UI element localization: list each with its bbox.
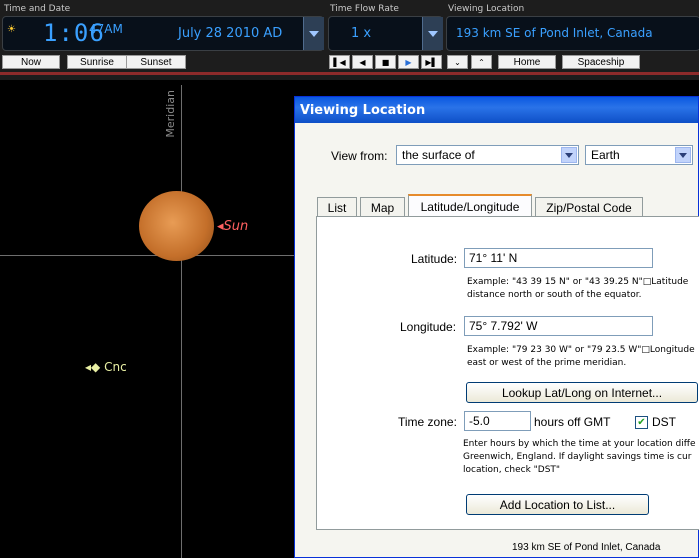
status-location: 193 km SE of Pond Inlet, Canada: [512, 542, 661, 553]
sun-object[interactable]: [139, 191, 214, 261]
now-button[interactable]: Now: [2, 55, 60, 69]
tab-list[interactable]: List: [317, 197, 357, 217]
tab-zip-postal-code[interactable]: Zip/Postal Code: [535, 197, 643, 217]
longitude-input[interactable]: 75° 7.792' W: [464, 316, 653, 336]
play-icon[interactable]: ▶: [398, 55, 419, 69]
tab-latitude-longitude[interactable]: Latitude/Longitude: [408, 194, 532, 218]
top-toolbar: Time and Date Time Flow Rate Viewing Loc…: [0, 0, 699, 80]
meridian-line: [181, 85, 182, 558]
dst-checkbox[interactable]: ✔: [635, 416, 648, 429]
timezone-help-line-2: Greenwich, England. If daylight savings …: [463, 452, 692, 462]
date-display[interactable]: July 28 2010 AD: [178, 26, 282, 41]
lookup-latlong-button[interactable]: Lookup Lat/Long on Internet...: [466, 382, 698, 403]
timezone-input[interactable]: -5.0: [464, 411, 531, 431]
latitude-help-line-1: Example: "43 39 15 N" or "43 39.25 N"□La…: [467, 277, 689, 287]
checkmark-icon: ✔: [637, 416, 646, 428]
timezone-help-line-1: Enter hours by which the time at your lo…: [463, 439, 696, 449]
flow-rate-value[interactable]: 1 x: [351, 26, 371, 41]
flow-rate-panel[interactable]: 1 x: [328, 16, 443, 51]
planet-select[interactable]: Earth: [585, 145, 693, 165]
view-from-value: the surface of: [402, 148, 475, 162]
sunrise-button[interactable]: Sunrise: [67, 55, 127, 69]
latitude-help-line-2: distance north or south of the equator.: [467, 290, 642, 300]
spaceship-button[interactable]: Spaceship: [562, 55, 640, 69]
flow-rate-dropdown-button[interactable]: [422, 17, 443, 50]
toolbar-divider: [0, 72, 699, 75]
sun-small-icon: ☀: [7, 24, 16, 35]
location-display[interactable]: 193 km SE of Pond Inlet, Canada: [456, 26, 653, 40]
view-from-label: View from:: [331, 149, 388, 163]
latitude-label: Latitude:: [411, 252, 458, 266]
step-back-icon[interactable]: ▌◀: [329, 55, 350, 69]
latitude-input[interactable]: 71° 11' N: [464, 248, 653, 268]
sun-label[interactable]: ◂Sun: [217, 219, 248, 234]
dst-label[interactable]: DST: [652, 415, 676, 429]
time-flow-label: Time Flow Rate: [330, 4, 399, 14]
sunset-button[interactable]: Sunset: [126, 55, 186, 69]
dialog-title[interactable]: Viewing Location: [295, 97, 698, 123]
add-location-button[interactable]: Add Location to List...: [466, 494, 649, 515]
chevron-up-icon[interactable]: ⌃: [471, 55, 492, 69]
step-forward-icon[interactable]: ▶▌: [421, 55, 442, 69]
longitude-help-line-1: Example: "79 23 30 W" or "79 23.5 W"□Lon…: [467, 345, 695, 355]
hours-off-gmt-label: hours off GMT: [534, 415, 611, 429]
home-button[interactable]: Home: [498, 55, 556, 69]
chevron-down-icon[interactable]: [561, 147, 577, 163]
viewing-location-label: Viewing Location: [448, 4, 525, 14]
timezone-help-line-3: location, check "DST": [463, 465, 561, 475]
longitude-help-line-2: east or west of the prime meridian.: [467, 358, 627, 368]
tab-map[interactable]: Map: [360, 197, 405, 217]
reverse-icon[interactable]: ◀: [352, 55, 373, 69]
stop-icon[interactable]: ■: [375, 55, 396, 69]
chevron-down-icon[interactable]: ⌄: [447, 55, 468, 69]
timezone-label: Time zone:: [398, 415, 457, 429]
longitude-label: Longitude:: [400, 320, 457, 334]
chevron-down-icon[interactable]: [675, 147, 691, 163]
time-date-panel[interactable]: ☀ 1:06 47AM July 28 2010 AD: [2, 16, 324, 51]
planet-value: Earth: [591, 148, 620, 162]
date-dropdown-button[interactable]: [303, 17, 324, 50]
view-from-select[interactable]: the surface of: [396, 145, 579, 165]
horizon-gridline: [0, 255, 295, 256]
cnc-label[interactable]: ◂◆ Cnc: [85, 360, 127, 374]
time-and-date-label: Time and Date: [4, 4, 71, 14]
location-panel[interactable]: 193 km SE of Pond Inlet, Canada: [446, 16, 699, 51]
seconds-ampm[interactable]: 47AM: [89, 22, 123, 36]
meridian-label: Meridian: [164, 90, 177, 138]
